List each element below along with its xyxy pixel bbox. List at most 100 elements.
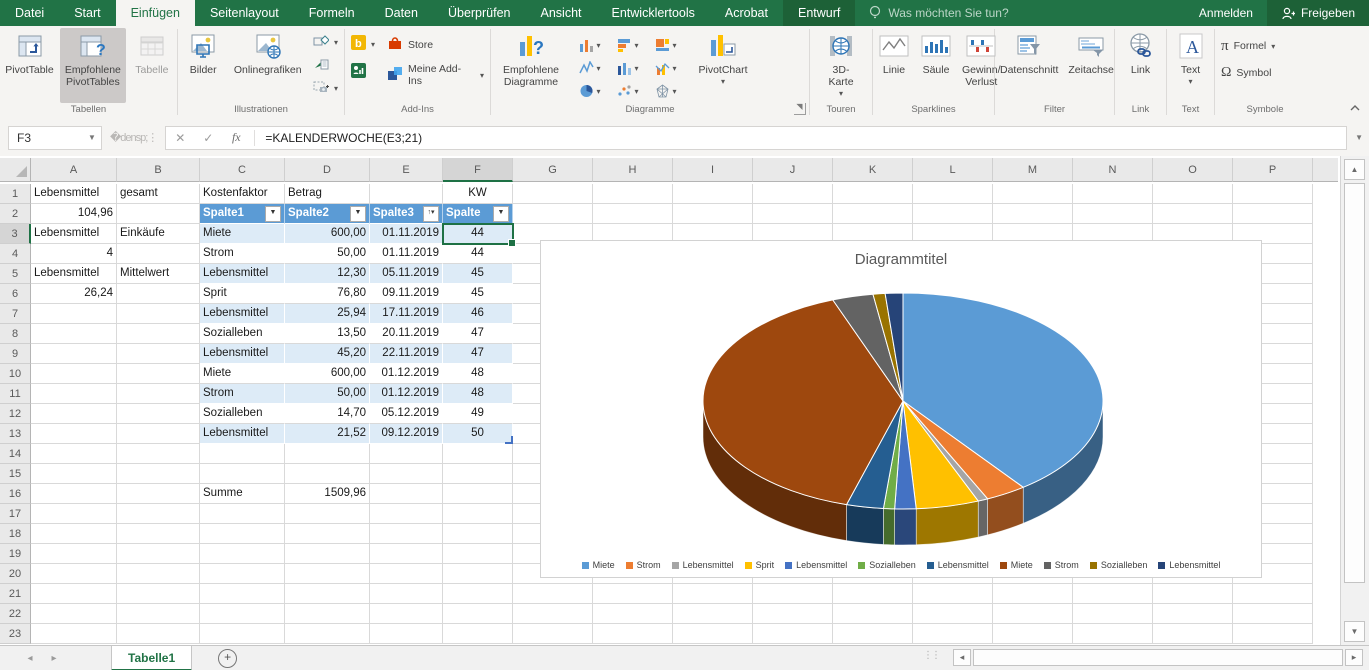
cell-P2[interactable] (1233, 204, 1313, 224)
cell-B13[interactable] (117, 424, 200, 444)
cell-E19[interactable] (370, 544, 443, 564)
column-header-N[interactable]: N (1073, 158, 1153, 182)
cell-E7[interactable]: 17.11.2019 (370, 304, 443, 324)
cell-L1[interactable] (913, 184, 993, 204)
cell-K21[interactable] (833, 584, 913, 604)
row-header-22[interactable]: 22 (0, 604, 31, 624)
cell-D11[interactable]: 50,00 (285, 384, 370, 404)
cell-D1[interactable]: Betrag (285, 184, 370, 204)
cell-A5[interactable]: Lebensmittel (31, 264, 117, 284)
insert-scatter-chart-button[interactable]: ▾ (609, 79, 647, 102)
cell-D9[interactable]: 45,20 (285, 344, 370, 364)
scroll-up-button[interactable]: ▲ (1344, 159, 1365, 180)
cell-A18[interactable] (31, 524, 117, 544)
cell-A13[interactable] (31, 424, 117, 444)
cell-F9[interactable]: 47 (443, 344, 513, 364)
pictures-button[interactable]: Bilder (179, 28, 227, 103)
cell-I21[interactable] (673, 584, 753, 604)
cell-C7[interactable]: Lebensmittel (200, 304, 285, 324)
row-header-6[interactable]: 6 (0, 284, 31, 304)
cell-P1[interactable] (1233, 184, 1313, 204)
cell-F3[interactable]: 44 (443, 224, 513, 244)
cell-C4[interactable]: Strom (200, 244, 285, 264)
screenshot-button[interactable]: ▾ (309, 78, 342, 98)
cell-D17[interactable] (285, 504, 370, 524)
cell-F10[interactable]: 48 (443, 364, 513, 384)
cell-D18[interactable] (285, 524, 370, 544)
people-graph-button[interactable] (347, 62, 379, 82)
cell-C14[interactable] (200, 444, 285, 464)
collapse-ribbon-button[interactable] (1349, 101, 1361, 115)
row-header-15[interactable]: 15 (0, 464, 31, 484)
column-header-P[interactable]: P (1233, 158, 1313, 182)
sheet-nav-prev-icon[interactable]: ◂ (18, 646, 42, 670)
cell-A8[interactable] (31, 324, 117, 344)
cell-B11[interactable] (117, 384, 200, 404)
cell-D12[interactable]: 14,70 (285, 404, 370, 424)
cell-C3[interactable]: Miete (200, 224, 285, 244)
cell-F17[interactable] (443, 504, 513, 524)
cell-C15[interactable] (200, 464, 285, 484)
cell-E22[interactable] (370, 604, 443, 624)
cell-B9[interactable] (117, 344, 200, 364)
cell-O2[interactable] (1153, 204, 1233, 224)
cell-E23[interactable] (370, 624, 443, 644)
cell-F1[interactable]: KW (443, 184, 513, 204)
cell-A23[interactable] (31, 624, 117, 644)
cell-N2[interactable] (1073, 204, 1153, 224)
legend-item[interactable]: Miete (582, 560, 615, 570)
insert-line-chart-button[interactable]: ▾ (571, 56, 609, 79)
sparkline-column-button[interactable]: Säule (916, 28, 956, 103)
cell-A1[interactable]: Lebensmittel (31, 184, 117, 204)
row-header-9[interactable]: 9 (0, 344, 31, 364)
tabbar-splitter-grip[interactable]: ⋮⋮ (923, 650, 939, 661)
cell-E15[interactable] (370, 464, 443, 484)
insert-pie-chart-button[interactable]: ▾ (571, 79, 609, 102)
filter-dropdown-icon[interactable]: ▼ (493, 206, 509, 222)
row-header-18[interactable]: 18 (0, 524, 31, 544)
cell-B12[interactable] (117, 404, 200, 424)
legend-item[interactable]: Strom (1044, 560, 1079, 570)
cell-G1[interactable] (513, 184, 593, 204)
link-button[interactable]: Link (1116, 28, 1165, 103)
recommended-pivottables-button[interactable]: ? Empfohlene PivotTables (60, 28, 126, 103)
cell-D3[interactable]: 600,00 (285, 224, 370, 244)
cell-P23[interactable] (1233, 624, 1313, 644)
legend-item[interactable]: Lebensmittel (672, 560, 734, 570)
cell-N1[interactable] (1073, 184, 1153, 204)
legend-item[interactable]: Lebensmittel (1158, 560, 1220, 570)
ribbon-tab-entwurf[interactable]: Entwurf (783, 0, 855, 26)
symbol-button[interactable]: Ω Symbol (1217, 63, 1279, 83)
pivottable-button[interactable]: PivotTable (1, 28, 58, 103)
cell-H23[interactable] (593, 624, 673, 644)
recommended-charts-button[interactable]: ? Empfohlene Diagramme (492, 28, 570, 103)
cell-M2[interactable] (993, 204, 1073, 224)
column-header-F[interactable]: F (443, 158, 513, 182)
table-header-cell-E2[interactable]: Spalte3↑▾ (370, 204, 443, 224)
sheet-tab-tabelle1[interactable]: Tabelle1 (111, 646, 192, 670)
cell-A17[interactable] (31, 504, 117, 524)
cell-C10[interactable]: Miete (200, 364, 285, 384)
store-button[interactable]: Store (383, 35, 488, 55)
cell-A19[interactable] (31, 544, 117, 564)
cell-F12[interactable]: 49 (443, 404, 513, 424)
row-header-8[interactable]: 8 (0, 324, 31, 344)
cell-C8[interactable]: Sozialleben (200, 324, 285, 344)
cell-B22[interactable] (117, 604, 200, 624)
cell-E6[interactable]: 09.11.2019 (370, 284, 443, 304)
cell-F13[interactable]: 50 (443, 424, 513, 444)
cell-A12[interactable] (31, 404, 117, 424)
cell-A2[interactable]: 104,96 (31, 204, 117, 224)
timeline-button[interactable]: Zeitachse (1064, 28, 1118, 103)
cell-A3[interactable]: Lebensmittel (31, 224, 117, 244)
cell-A14[interactable] (31, 444, 117, 464)
cell-G2[interactable] (513, 204, 593, 224)
cell-J22[interactable] (753, 604, 833, 624)
cell-K1[interactable] (833, 184, 913, 204)
enter-button[interactable]: ✓ (194, 131, 222, 145)
sort-filter-button-icon[interactable]: ↑▾ (423, 206, 439, 222)
column-header-G[interactable]: G (513, 158, 593, 182)
cell-M22[interactable] (993, 604, 1073, 624)
cell-E5[interactable]: 05.11.2019 (370, 264, 443, 284)
cell-E3[interactable]: 01.11.2019 (370, 224, 443, 244)
